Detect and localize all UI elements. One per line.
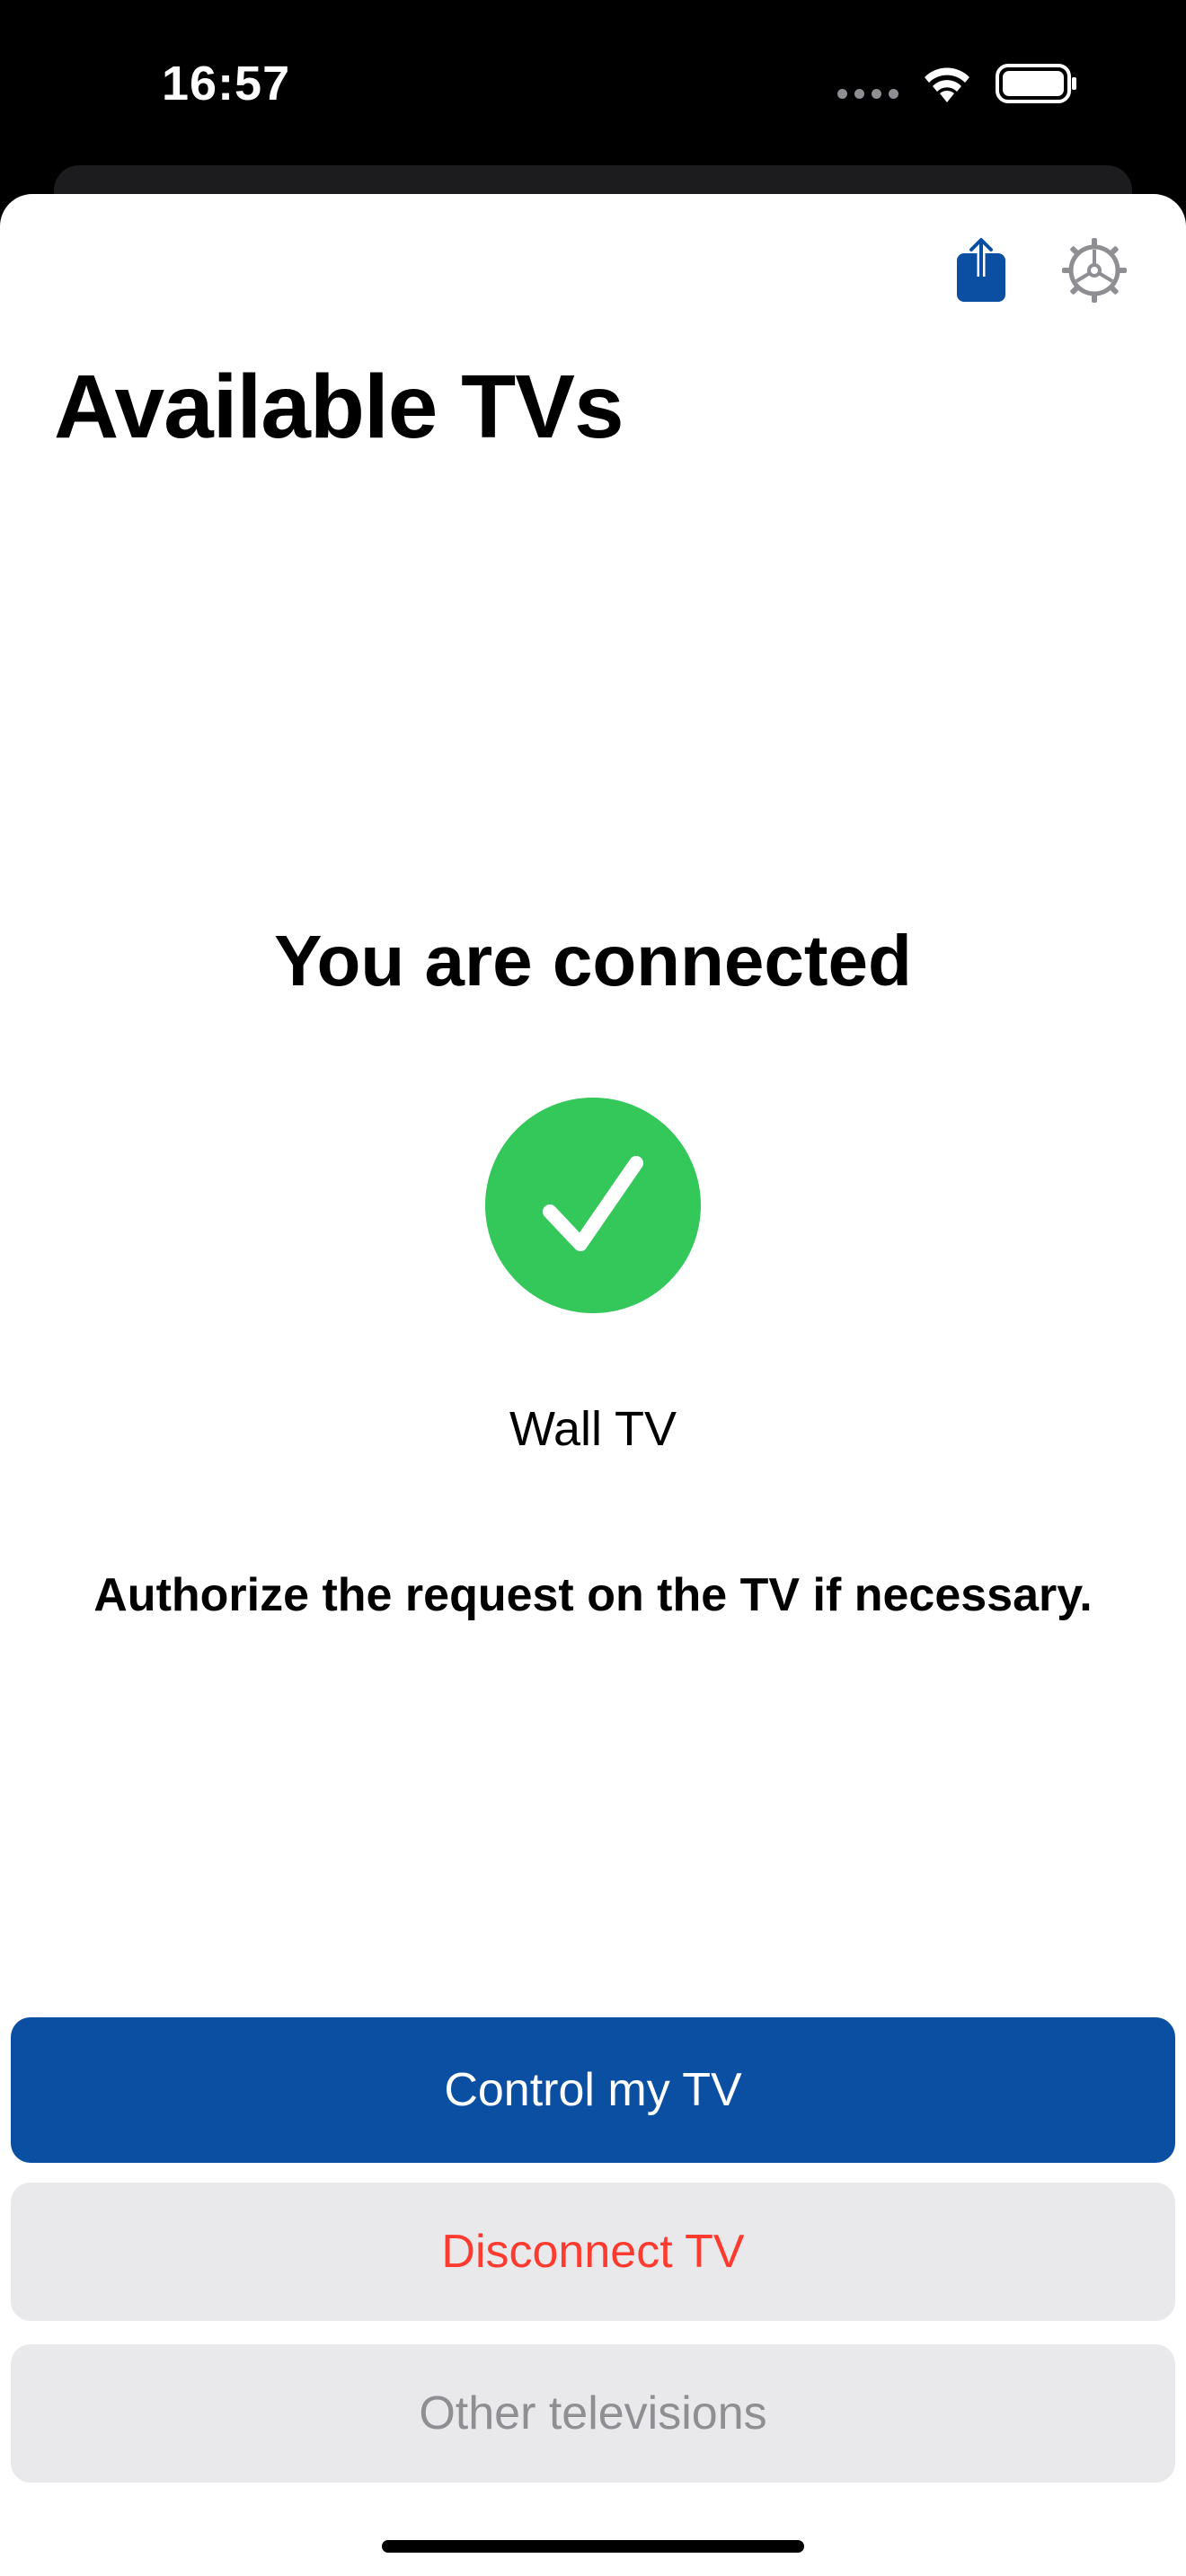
authorize-instruction: Authorize the request on the TV if neces… [93, 1569, 1093, 1621]
app-screen: 16:57 Available TVs You are connected Wa… [0, 0, 1186, 2576]
status-bar: 16:57 [0, 0, 1186, 171]
cellular-dots-icon [837, 88, 898, 99]
status-icons [837, 63, 1078, 108]
page-title: Available TVs [54, 357, 624, 457]
share-icon [953, 237, 1009, 308]
battery-icon [996, 63, 1078, 109]
disconnect-tv-button[interactable]: Disconnect TV [11, 2183, 1175, 2321]
control-tv-button[interactable]: Control my TV [11, 2017, 1175, 2163]
settings-button[interactable] [1058, 232, 1130, 313]
wifi-icon [920, 63, 974, 109]
status-time: 16:57 [162, 57, 291, 110]
connection-status-title: You are connected [274, 921, 912, 1001]
share-button[interactable] [945, 232, 1017, 313]
gear-icon [1061, 237, 1128, 308]
checkmark-circle-icon [485, 1098, 701, 1313]
other-televisions-button[interactable]: Other televisions [11, 2344, 1175, 2483]
device-name: Wall TV [509, 1402, 677, 1456]
home-indicator [382, 2540, 804, 2553]
sheet: Available TVs You are connected Wall TV … [0, 194, 1186, 2576]
